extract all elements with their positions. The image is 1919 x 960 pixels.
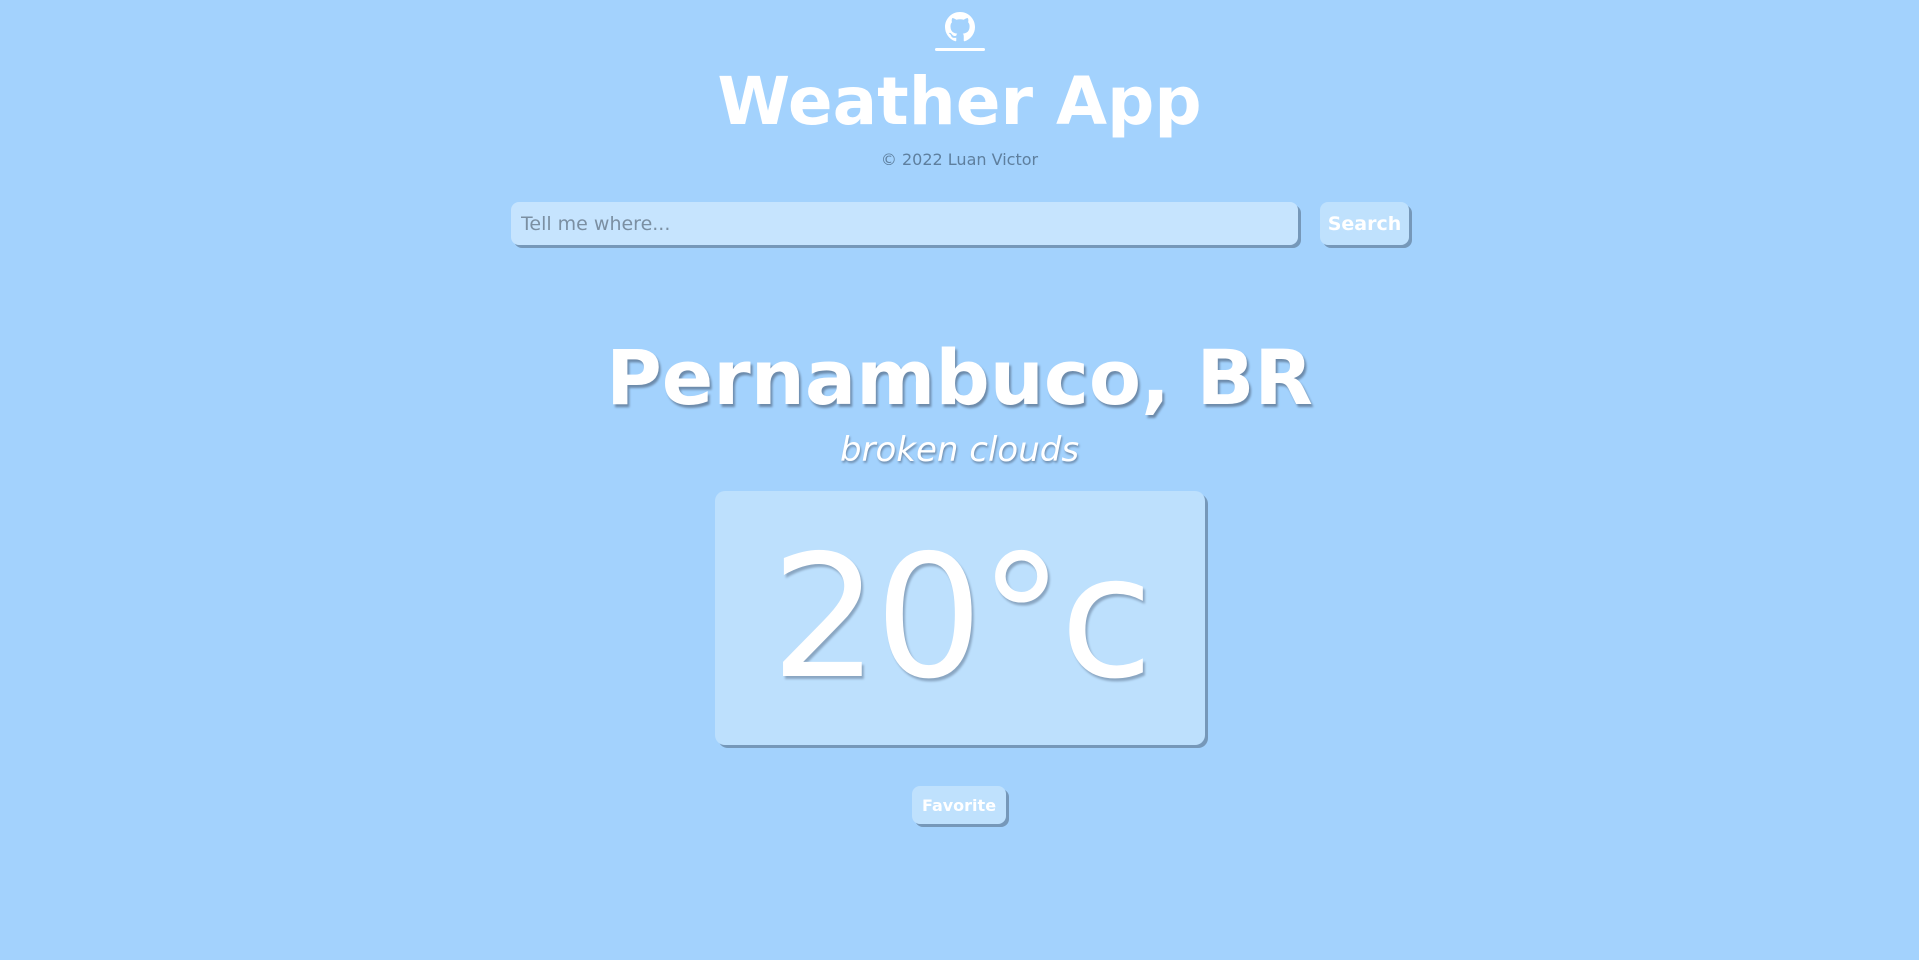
github-icon [945, 12, 975, 42]
search-input[interactable] [511, 202, 1298, 245]
search-button[interactable]: Search [1320, 202, 1409, 245]
temperature-card: 20°c [715, 491, 1205, 745]
location-name: Pernambuco, BR [606, 333, 1313, 422]
github-link[interactable] [934, 12, 986, 62]
github-link-underline [935, 48, 985, 51]
copyright-text: © 2022 Luan Victor [880, 150, 1039, 169]
favorite-button[interactable]: Favorite [912, 786, 1006, 824]
temperature-value: 20°c [770, 519, 1154, 717]
weather-condition: broken clouds [839, 430, 1080, 470]
weather-app-page: Weather App © 2022 Luan Victor Search Pe… [0, 0, 1919, 960]
app-title: Weather App [717, 63, 1202, 140]
